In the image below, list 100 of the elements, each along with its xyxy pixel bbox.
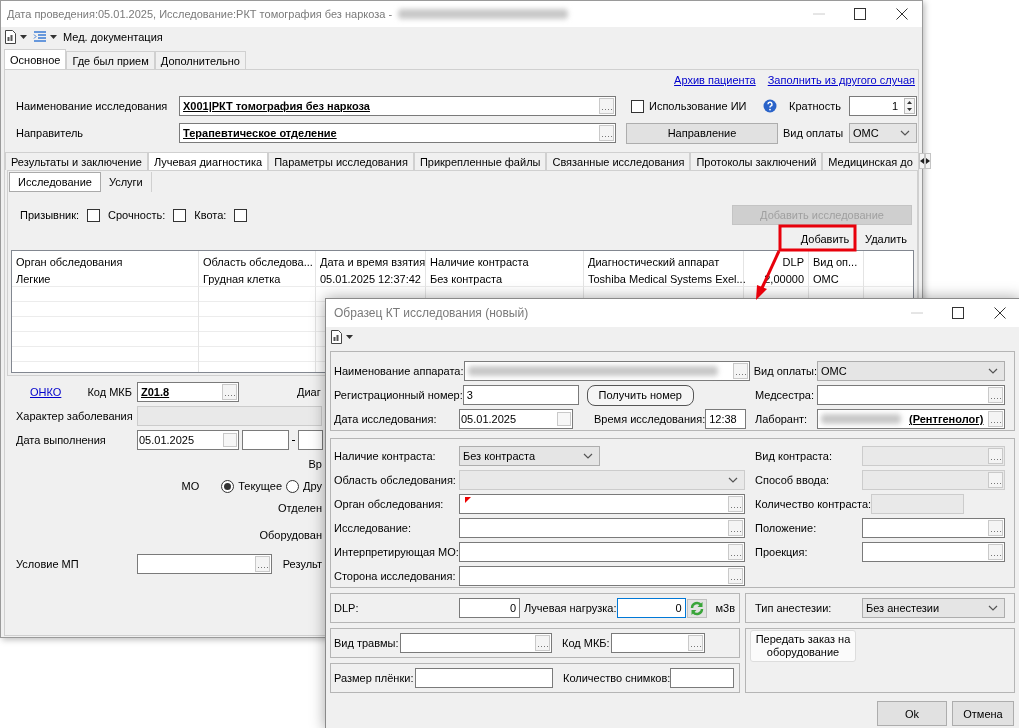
caret-icon[interactable] <box>346 335 353 339</box>
button[interactable]: Отмена <box>952 701 1014 726</box>
input-field[interactable]: 12:38 <box>705 409 747 429</box>
menu-item[interactable]: Мед. документация <box>63 31 163 43</box>
input-field[interactable] <box>459 494 745 514</box>
close-button[interactable] <box>994 307 1006 319</box>
radio-button[interactable] <box>221 479 235 493</box>
input-field[interactable]: Z01.8 <box>137 382 239 402</box>
input-field[interactable] <box>670 668 735 688</box>
link[interactable]: Заполнить из другого случая <box>767 74 915 86</box>
number-spinner[interactable]: 1 <box>849 96 917 116</box>
checkbox-label: Призывник: <box>20 209 80 221</box>
input-field[interactable] <box>137 406 322 426</box>
field-label: Область обследования: <box>334 474 457 486</box>
input-field[interactable] <box>862 542 1005 562</box>
dropdown[interactable]: ОМС <box>817 361 1005 381</box>
radio-button[interactable] <box>286 479 300 493</box>
field-label: Код МКБ <box>87 386 132 398</box>
input-field[interactable]: 05.01.2025 <box>137 430 239 450</box>
input-field[interactable]: X001|РКТ томография без наркоза <box>179 96 616 116</box>
checkbox[interactable] <box>631 99 644 113</box>
button[interactable]: Направление <box>626 122 778 144</box>
tab[interactable]: Прикрепленные файлы <box>413 152 547 170</box>
checkbox-label: Срочность: <box>108 209 166 221</box>
maximize-button[interactable] <box>854 8 866 20</box>
input-field[interactable] <box>611 633 705 653</box>
column-header[interactable]: Область обследова... <box>199 251 316 272</box>
dropdown[interactable]: Без анестезии <box>862 598 1005 618</box>
input-field[interactable]: Терапевтическое отделение <box>179 123 616 143</box>
column-header[interactable]: DLP <box>744 251 809 272</box>
column-header[interactable]: Наличие контраста <box>426 251 584 272</box>
chevron-down-icon <box>728 477 738 483</box>
button[interactable]: Передать заказ на оборудование <box>750 630 856 662</box>
layout-menu-button[interactable] <box>33 30 57 44</box>
tab[interactable]: Исследование <box>9 172 101 192</box>
column-header[interactable]: Дата и время взятия <box>316 251 426 272</box>
button[interactable]: Добавить <box>787 228 863 250</box>
column-header[interactable]: Орган обследования <box>12 251 199 272</box>
checkbox[interactable] <box>173 208 187 222</box>
field-label: Проекция: <box>755 546 809 558</box>
caret-icon[interactable] <box>50 35 57 39</box>
tab[interactable]: Дополнительно <box>154 51 246 69</box>
link[interactable]: Архив пациента <box>674 74 756 86</box>
field-label: Оборудован <box>259 529 322 541</box>
tab[interactable]: Медицинская до <box>822 152 919 170</box>
field-label: Лучевая нагрузка: <box>524 602 617 614</box>
input-field[interactable]: 0 <box>459 598 520 618</box>
tab[interactable]: Лучевая диагностика <box>147 152 269 170</box>
dropdown[interactable]: ОМС <box>849 123 917 143</box>
input-field[interactable] <box>242 430 289 450</box>
field-label: Направитель <box>16 127 85 139</box>
scroll-right-button[interactable] <box>924 153 931 169</box>
input-field[interactable]: (Рентгенолог) <box>817 409 1005 429</box>
checkbox[interactable] <box>87 208 101 222</box>
input-field[interactable] <box>400 633 552 653</box>
field-label: Вид травмы: <box>334 637 400 649</box>
field-label: Вр <box>308 458 322 470</box>
column-header[interactable]: Диагностический аппарат <box>584 251 744 272</box>
input-field[interactable] <box>862 518 1005 538</box>
input-field[interactable]: 0 <box>616 598 686 618</box>
input-field[interactable] <box>298 430 323 450</box>
input-field[interactable] <box>137 554 272 574</box>
link[interactable]: ОНКО <box>30 386 62 398</box>
tab[interactable]: Результаты и заключение <box>5 152 148 170</box>
input-field[interactable]: 3 <box>462 385 579 405</box>
caret-icon[interactable] <box>20 35 27 39</box>
maximize-button[interactable] <box>952 307 964 319</box>
field-label: Наличие контраста: <box>334 450 437 462</box>
document-menu-button[interactable] <box>330 330 353 344</box>
field-label: МО <box>181 480 200 492</box>
close-button[interactable] <box>896 8 908 20</box>
tab[interactable]: Основное <box>4 49 67 69</box>
field-label: Вид контраста: <box>755 450 833 462</box>
input-field[interactable] <box>415 668 553 688</box>
tab[interactable]: Протоколы заключений <box>690 152 823 170</box>
input-field[interactable] <box>463 361 750 381</box>
checkbox[interactable] <box>234 208 248 222</box>
field-label: Вид оплаты <box>783 127 845 139</box>
refresh-icon[interactable] <box>686 598 707 618</box>
input-field[interactable] <box>459 566 745 586</box>
button[interactable]: Ok <box>877 701 947 726</box>
input-field[interactable] <box>459 542 745 562</box>
column-header[interactable]: Вид оп... <box>809 251 864 272</box>
button[interactable]: Удалить <box>863 228 909 250</box>
spin-arrows-icon[interactable] <box>904 98 915 114</box>
help-icon[interactable] <box>763 99 777 113</box>
input-field[interactable]: 05.01.2025 <box>459 409 573 429</box>
tab[interactable]: Связанные исследования <box>546 152 691 170</box>
tab[interactable]: Услуги <box>100 172 152 192</box>
field-label: Медсестра: <box>755 389 816 401</box>
document-menu-button[interactable] <box>4 30 27 44</box>
scroll-left-button[interactable] <box>918 153 925 169</box>
tab[interactable]: Параметры исследования <box>268 152 414 170</box>
dropdown[interactable]: Без контраста <box>459 446 600 466</box>
button[interactable]: Получить номер <box>586 384 694 406</box>
table-cell: Toshiba Medical Systems Exel... <box>584 272 744 287</box>
table-cell: ОМС <box>809 272 864 287</box>
input-field[interactable] <box>459 518 745 538</box>
input-field[interactable] <box>817 385 1005 405</box>
tab[interactable]: Где был прием <box>66 51 155 69</box>
